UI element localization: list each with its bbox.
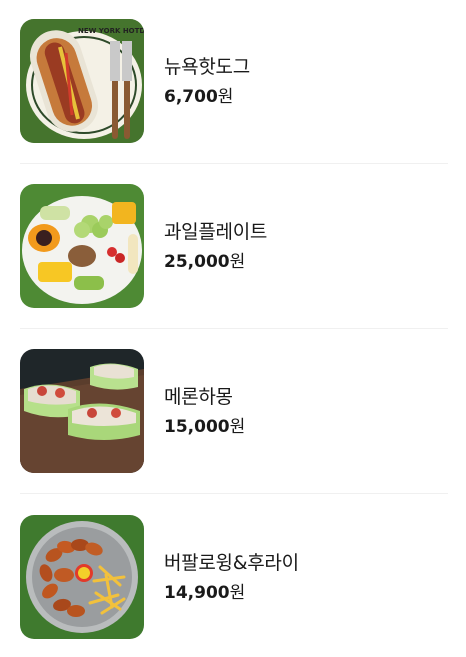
- menu-list: NEW YORK HOTDOG 뉴욕핫도그 6,700원: [0, 0, 466, 657]
- divider: [20, 163, 448, 164]
- menu-item-name: 버팔로윙&후라이: [164, 552, 299, 574]
- menu-item-name: 과일플레이트: [164, 221, 268, 243]
- menu-item-price: 6,700원: [164, 87, 234, 107]
- menu-item-fruit-plate[interactable]: 과일플레이트 25,000원: [20, 183, 448, 309]
- menu-item-price: 14,900원: [164, 583, 246, 603]
- menu-item-name: 뉴욕핫도그: [164, 56, 250, 78]
- menu-item-buffalo-wings-fries[interactable]: 버팔로윙&후라이 14,900원: [20, 514, 448, 640]
- menu-item-hotdog[interactable]: NEW YORK HOTDOG 뉴욕핫도그 6,700원: [20, 18, 448, 144]
- divider: [20, 493, 448, 494]
- menu-item-name: 메론하몽: [164, 386, 233, 408]
- hotdog-photo: NEW YORK HOTDOG: [20, 19, 144, 143]
- buffalo-wings-photo: [20, 515, 144, 639]
- fruit-plate-photo: [20, 184, 144, 308]
- svg-text:NEW YORK HOTDOG: NEW YORK HOTDOG: [78, 27, 144, 35]
- divider: [20, 328, 448, 329]
- hotdog-photo-caption: NEW YORK HOTDOG: [78, 27, 144, 35]
- menu-item-price: 15,000원: [164, 417, 246, 437]
- menu-item-melon-jamon[interactable]: 메론하몽 15,000원: [20, 348, 448, 474]
- melon-jamon-photo: [20, 349, 144, 473]
- menu-item-price: 25,000원: [164, 252, 246, 272]
